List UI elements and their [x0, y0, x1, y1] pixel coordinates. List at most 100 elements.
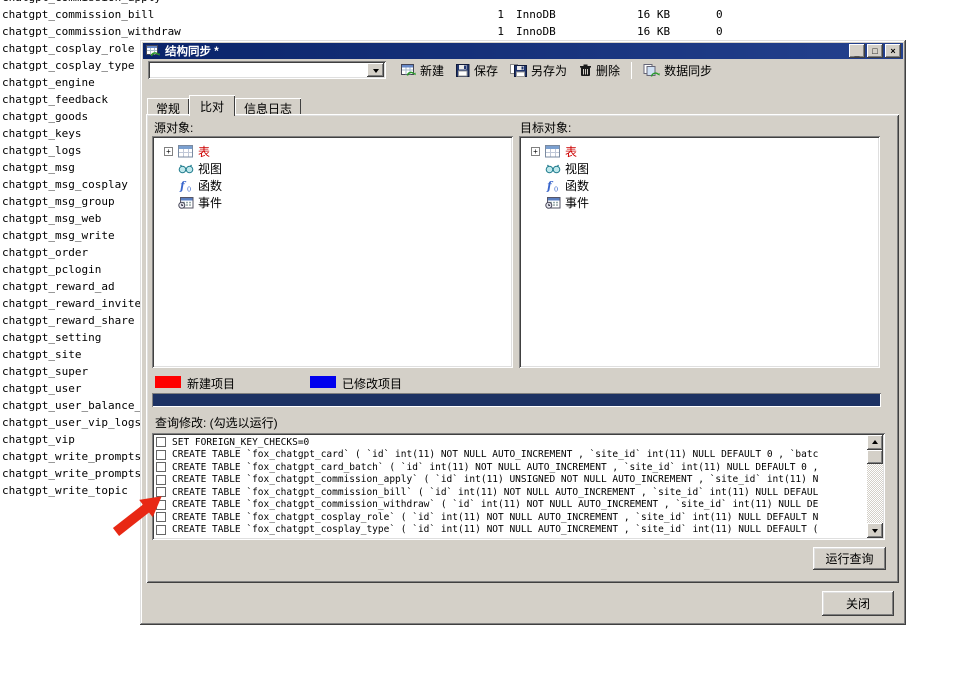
table-name: chatgpt_setting — [2, 331, 101, 344]
save-as-button[interactable]: 另存为 — [504, 60, 573, 81]
scroll-up-button[interactable] — [867, 435, 883, 450]
query-line[interactable]: CREATE TABLE `fox_chatgpt_commission_bil… — [156, 486, 864, 498]
new-button[interactable]: 新建 — [395, 60, 450, 81]
table-name: chatgpt_write_topic — [2, 484, 128, 497]
table-extra: 0 — [716, 8, 723, 21]
scrollbar-thumb[interactable] — [867, 450, 883, 464]
query-checkbox[interactable] — [156, 437, 166, 447]
expand-icon[interactable]: + — [531, 147, 540, 156]
table-name: chatgpt_site — [2, 348, 81, 361]
svg-text:f: f — [179, 179, 187, 192]
close-button-titlebar[interactable]: × — [885, 44, 901, 58]
query-sql-text: CREATE TABLE `fox_chatgpt_cosplay_role` … — [172, 512, 818, 523]
query-line[interactable]: CREATE TABLE `fox_chatgpt_commission_wit… — [156, 499, 864, 511]
event-icon — [178, 196, 194, 209]
query-line[interactable]: CREATE TABLE `fox_chatgpt_card_batch` ( … — [156, 461, 864, 473]
target-objects-tree[interactable]: + 表 视图 — [519, 136, 880, 368]
query-checkbox[interactable] — [156, 475, 166, 485]
tree-item-views[interactable]: 视图 — [164, 160, 222, 176]
table-row[interactable]: chatgpt_commission_bill 1 InnoDB 16 KB 0 — [0, 7, 745, 24]
tree-item-events[interactable]: 事件 — [531, 194, 589, 210]
tree-label: 事件 — [565, 194, 589, 211]
screen: { "table_list": { "rows": [ {"name": "ch… — [0, 0, 970, 680]
view-icon — [545, 162, 561, 175]
table-name: chatgpt_write_prompts — [2, 450, 141, 463]
minimize-icon: _ — [854, 48, 859, 58]
table-name: chatgpt_msg_write — [2, 229, 115, 242]
table-name: chatgpt_pclogin — [2, 263, 101, 276]
query-sql-text: CREATE TABLE `fox_chatgpt_cosplay_type` … — [172, 524, 818, 535]
progress-bar — [152, 393, 881, 407]
tree-item-tables[interactable]: + 表 — [531, 143, 577, 159]
tree-label: 函数 — [565, 177, 589, 194]
query-modification-label: 查询修改: (勾选以运行) — [155, 414, 278, 431]
vertical-scrollbar[interactable] — [867, 435, 883, 538]
view-icon — [178, 162, 194, 175]
table-name: chatgpt_vip — [2, 433, 75, 446]
tree-label: 表 — [198, 143, 210, 160]
tree-item-functions[interactable]: f 0 函数 — [531, 177, 589, 193]
table-extra: 0 — [716, 25, 723, 38]
dialog-toolbar: 新建 保存 另存为 — [143, 59, 903, 82]
table-name: chatgpt_cosplay_role — [2, 42, 134, 55]
close-button[interactable]: 关闭 — [822, 591, 894, 616]
svg-text:0: 0 — [187, 185, 191, 192]
table-name: chatgpt_msg — [2, 161, 75, 174]
delete-button[interactable]: 删除 — [573, 60, 626, 81]
table-records: 1 — [468, 25, 504, 38]
tree-item-events[interactable]: 事件 — [164, 194, 222, 210]
table-name: chatgpt_commission_apply — [2, 0, 161, 4]
query-checkbox[interactable] — [156, 462, 166, 472]
structure-sync-icon — [145, 45, 161, 58]
expand-icon[interactable]: + — [164, 147, 173, 156]
profile-combobox[interactable] — [148, 61, 386, 79]
minimize-button[interactable]: _ — [849, 44, 865, 58]
table-name: chatgpt_reward_share — [2, 314, 134, 327]
data-sync-button[interactable]: 数据同步 — [637, 60, 718, 81]
query-sql-text: CREATE TABLE `fox_chatgpt_commission_app… — [172, 474, 818, 485]
function-icon: f 0 — [178, 179, 194, 192]
trash-icon — [579, 64, 592, 77]
function-icon: f 0 — [545, 179, 561, 192]
query-checkbox[interactable] — [156, 450, 166, 460]
tree-item-functions[interactable]: f 0 函数 — [164, 177, 222, 193]
scroll-down-button[interactable] — [867, 523, 883, 538]
tab-compare[interactable]: 比对 — [189, 95, 235, 116]
table-row[interactable]: chatgpt_commission_apply — [0, 0, 745, 7]
delete-label: 删除 — [596, 62, 620, 79]
tree-item-views[interactable]: 视图 — [531, 160, 589, 176]
save-as-label: 另存为 — [531, 62, 567, 79]
red-arrow-annotation — [110, 486, 176, 542]
tree-item-tables[interactable]: + 表 — [164, 143, 210, 159]
table-name: chatgpt_logs — [2, 144, 81, 157]
maximize-button[interactable]: □ — [867, 44, 883, 58]
event-icon — [545, 196, 561, 209]
save-button[interactable]: 保存 — [450, 60, 504, 81]
progress-fill — [153, 394, 880, 406]
query-line[interactable]: CREATE TABLE `fox_chatgpt_commission_app… — [156, 474, 864, 486]
svg-text:f: f — [546, 179, 554, 192]
table-row[interactable]: chatgpt_commission_withdraw 1 InnoDB 16 … — [0, 24, 745, 41]
query-line[interactable]: SET FOREIGN_KEY_CHECKS=0 — [156, 436, 864, 448]
data-sync-label: 数据同步 — [664, 62, 712, 79]
table-name: chatgpt_engine — [2, 76, 95, 89]
query-line[interactable]: CREATE TABLE `fox_chatgpt_cosplay_type` … — [156, 524, 864, 536]
source-objects-label: 源对象: — [154, 119, 193, 136]
table-engine: InnoDB — [516, 25, 556, 38]
query-sql-text: SET FOREIGN_KEY_CHECKS=0 — [172, 437, 309, 448]
query-list: SET FOREIGN_KEY_CHECKS=0 CREATE TABLE `f… — [152, 433, 885, 540]
query-line[interactable]: CREATE TABLE `fox_chatgpt_cosplay_role` … — [156, 511, 864, 523]
dialog-title: 结构同步 * — [165, 43, 219, 59]
query-sql-text: CREATE TABLE `fox_chatgpt_card` ( `id` i… — [172, 449, 818, 460]
table-name: chatgpt_commission_bill — [2, 8, 154, 21]
query-line[interactable]: CREATE TABLE `fox_chatgpt_card` ( `id` i… — [156, 449, 864, 461]
table-icon — [545, 145, 561, 158]
legend-modified-label: 已修改项目 — [342, 375, 402, 392]
dialog-titlebar: 结构同步 * _ □ × — [143, 43, 903, 59]
combobox-dropdown-button[interactable] — [367, 63, 384, 77]
table-icon — [178, 145, 194, 158]
legend-new-swatch — [155, 376, 181, 388]
run-query-button[interactable]: 运行查询 — [813, 547, 886, 570]
source-objects-tree[interactable]: + 表 视图 — [152, 136, 513, 368]
target-objects-label: 目标对象: — [520, 119, 571, 136]
